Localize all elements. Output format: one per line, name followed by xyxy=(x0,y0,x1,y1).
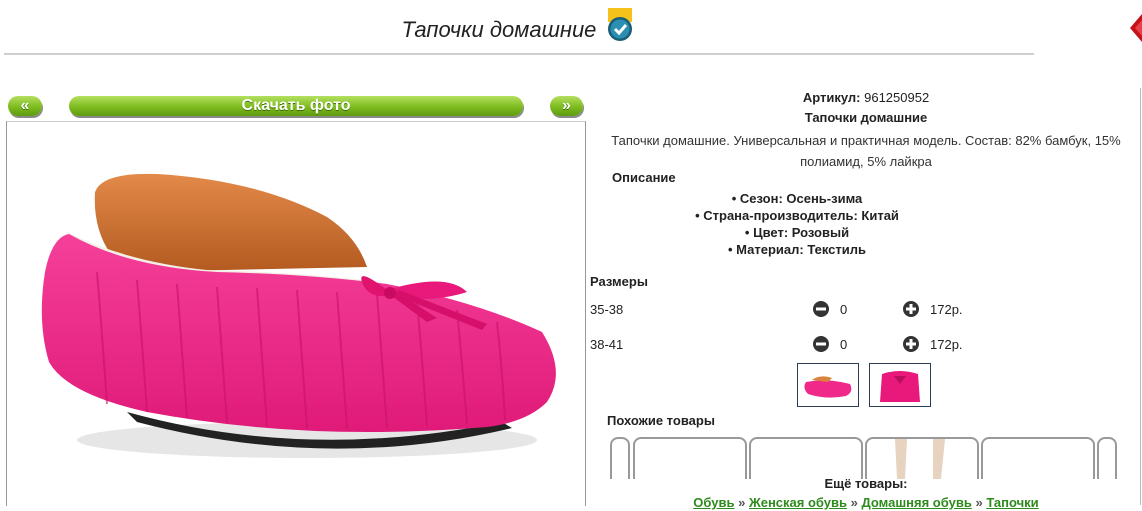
attribute-item: • Страна-производитель: Китай xyxy=(695,208,899,223)
size-quantity: 0 xyxy=(840,337,848,352)
thumbnail-1[interactable] xyxy=(797,363,859,407)
size-price: 172р. xyxy=(930,337,963,352)
prev-photo-button[interactable]: « xyxy=(8,96,42,116)
minus-icon[interactable] xyxy=(812,300,830,321)
similar-products-heading: Похожие товары xyxy=(607,413,715,428)
verified-check-badge-icon xyxy=(607,8,633,50)
next-photo-button[interactable]: » xyxy=(550,96,583,116)
sizes-heading: Размеры xyxy=(590,274,648,289)
breadcrumb-separator: » xyxy=(738,495,746,510)
title-divider xyxy=(4,53,1034,55)
size-price: 172р. xyxy=(930,302,963,317)
size-quantity: 0 xyxy=(840,302,848,317)
red-arrow-icon[interactable] xyxy=(1130,14,1142,42)
similar-product-card[interactable] xyxy=(865,437,979,479)
breadcrumb-separator: » xyxy=(850,495,858,510)
article-value: 961250952 xyxy=(864,90,930,105)
breadcrumb-link[interactable]: Домашняя обувь xyxy=(861,495,971,510)
attribute-list: • Сезон: Осень-зима • Страна-производите… xyxy=(590,190,1004,258)
attribute-item: • Материал: Текстиль xyxy=(727,242,867,257)
download-photo-button[interactable]: Скачать фото xyxy=(69,96,523,116)
page-title: Тапочки домашние xyxy=(0,8,1034,52)
plus-icon[interactable] xyxy=(902,300,920,321)
breadcrumb-link[interactable]: Женская обувь xyxy=(749,495,847,510)
product-photo[interactable] xyxy=(7,122,585,506)
similar-product-card[interactable] xyxy=(749,437,863,479)
article-line: Артикул: 961250952 xyxy=(590,90,1142,105)
breadcrumb: Обувь » Женская обувь » Домашняя обувь »… xyxy=(590,495,1142,510)
product-photo-frame xyxy=(6,121,586,506)
breadcrumb-link[interactable]: Тапочки xyxy=(986,495,1038,510)
product-name: Тапочки домашние xyxy=(804,110,928,125)
page-title-text: Тапочки домашние xyxy=(401,16,597,42)
breadcrumb-separator: » xyxy=(975,495,983,510)
plus-icon[interactable] xyxy=(902,335,920,356)
attribute-item: • Цвет: Розовый xyxy=(744,225,850,240)
article-label: Артикул: xyxy=(802,90,861,105)
more-products-heading: Ещё товары: xyxy=(824,476,908,491)
similar-product-card[interactable] xyxy=(610,437,630,479)
similar-product-card[interactable] xyxy=(981,437,1095,479)
size-label: 35-38 xyxy=(590,302,624,317)
size-row: 38-41 0 172р. xyxy=(590,335,1142,355)
thumbnail-2[interactable] xyxy=(869,363,931,407)
breadcrumb-link[interactable]: Обувь xyxy=(693,495,734,510)
similar-product-card[interactable] xyxy=(633,437,747,479)
attribute-item: • Сезон: Осень-зима xyxy=(731,191,863,206)
size-label: 38-41 xyxy=(590,337,624,352)
size-row: 35-38 0 172р. xyxy=(590,300,1142,320)
info-right-border xyxy=(1140,88,1141,505)
minus-icon[interactable] xyxy=(812,335,830,356)
product-description: Тапочки домашние. Универсальная и практи… xyxy=(611,133,1121,169)
description-heading: Описание xyxy=(612,170,676,185)
similar-product-card[interactable] xyxy=(1097,437,1117,479)
